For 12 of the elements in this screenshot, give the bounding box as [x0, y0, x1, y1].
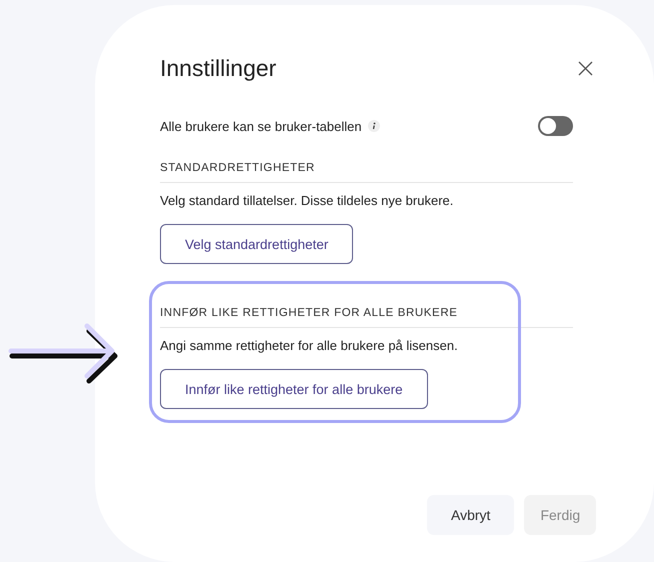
cancel-button[interactable]: Avbryt — [427, 495, 514, 535]
section-heading: INNFØR LIKE RETTIGHETER FOR ALLE BRUKERE — [160, 307, 573, 328]
section-button[interactable]: Innfør like rettigheter for alle brukere — [160, 369, 428, 409]
section-description: Angi samme rettigheter for alle brukere på lisensen. — [160, 338, 459, 353]
section-button[interactable]: Velg standardrettigheter — [160, 224, 354, 264]
section-heading: STANDARDRETTIGHETER — [160, 162, 573, 183]
setting-label: Alle brukere kan se bruker-tabellen — [160, 118, 362, 134]
toggle-switch[interactable] — [538, 116, 573, 136]
info-icon[interactable] — [368, 120, 380, 132]
section-description: Velg standard tillatelser. Disse tildeles nye brukere. — [160, 193, 454, 208]
close-icon[interactable] — [578, 61, 593, 76]
dialog-title: Innstillinger — [160, 55, 276, 82]
